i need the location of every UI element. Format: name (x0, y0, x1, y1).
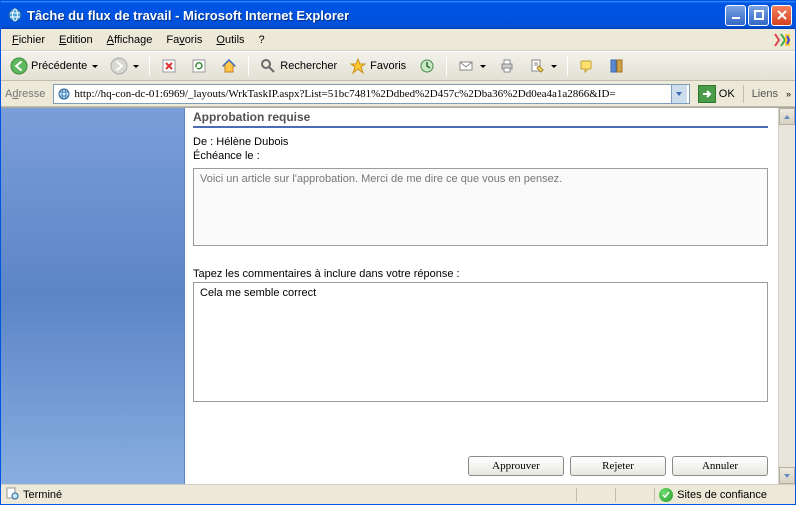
go-button[interactable]: OK (694, 84, 739, 104)
due-label: Échéance le : (193, 150, 260, 162)
menu-view[interactable]: Affichage (100, 32, 160, 48)
message-box: Voici un article sur l'approbation. Merc… (193, 168, 768, 246)
address-dropdown[interactable] (671, 85, 687, 103)
mail-button[interactable] (452, 54, 491, 78)
address-label: Adresse (5, 88, 49, 100)
comment-input[interactable]: Cela me semble correct (193, 282, 768, 402)
favorites-button[interactable]: Favoris (344, 54, 411, 78)
research-button[interactable] (603, 54, 631, 78)
ie-throbber-icon (771, 30, 793, 50)
print-icon (498, 57, 516, 75)
form-panel: Approbation requise De : Hélène Dubois É… (185, 108, 778, 484)
favorites-label: Favoris (370, 60, 406, 72)
dropdown-icon (92, 65, 98, 68)
dropdown-icon (480, 65, 486, 68)
page-status-icon (5, 486, 19, 503)
toolbar: Précédente Rechercher Favoris (1, 51, 795, 81)
due-line: Échéance le : (193, 150, 768, 162)
history-icon (418, 57, 436, 75)
history-button[interactable] (413, 54, 441, 78)
search-button[interactable]: Rechercher (254, 54, 342, 78)
refresh-button[interactable] (185, 54, 213, 78)
search-label: Rechercher (280, 60, 337, 72)
trusted-sites-icon (659, 488, 673, 502)
close-button[interactable] (771, 5, 792, 26)
go-label: OK (719, 88, 735, 100)
url-input[interactable] (74, 88, 670, 100)
scroll-up-button[interactable] (779, 108, 795, 125)
go-arrow-icon (698, 85, 716, 103)
menu-bar: Fichier Edition Affichage Favoris Outils… (1, 29, 795, 51)
dropdown-icon (133, 65, 139, 68)
stop-icon (160, 57, 178, 75)
title-bar: Tâche du flux de travail - Microsoft Int… (1, 1, 795, 29)
discuss-button[interactable] (573, 54, 601, 78)
stop-button[interactable] (155, 54, 183, 78)
address-bar: Adresse OK Liens » (1, 81, 795, 107)
sidebar (1, 108, 185, 484)
from-value: Hélène Dubois (216, 136, 288, 148)
refresh-icon (190, 57, 208, 75)
menu-edit[interactable]: Edition (52, 32, 100, 48)
back-icon (10, 57, 28, 75)
star-icon (349, 57, 367, 75)
links-label[interactable]: Liens (748, 88, 782, 100)
menu-file[interactable]: Fichier (5, 32, 52, 48)
comment-label: Tapez les commentaires à inclure dans vo… (193, 268, 768, 280)
status-bar: Terminé Sites de confiance (1, 484, 795, 504)
button-row: Approuver Rejeter Annuler (468, 456, 768, 476)
scrollbar[interactable] (778, 108, 795, 484)
form-title: Approbation requise (193, 110, 768, 128)
menu-favorites[interactable]: Favoris (159, 32, 209, 48)
approve-button[interactable]: Approuver (468, 456, 564, 476)
back-button[interactable]: Précédente (5, 54, 103, 78)
menu-tools[interactable]: Outils (209, 32, 251, 48)
from-label: De : (193, 136, 213, 148)
menu-help[interactable]: ? (252, 32, 272, 48)
home-icon (220, 57, 238, 75)
forward-icon (110, 57, 128, 75)
dropdown-icon (551, 65, 557, 68)
forward-button[interactable] (105, 54, 144, 78)
mail-icon (457, 57, 475, 75)
cancel-button[interactable]: Annuler (672, 456, 768, 476)
ie-app-icon (7, 7, 23, 23)
status-text: Terminé (23, 489, 62, 501)
print-button[interactable] (493, 54, 521, 78)
research-icon (608, 57, 626, 75)
scroll-track[interactable] (779, 125, 795, 467)
edit-icon (528, 57, 546, 75)
minimize-button[interactable] (725, 5, 746, 26)
window-title: Tâche du flux de travail - Microsoft Int… (27, 8, 725, 23)
links-chevron-icon[interactable]: » (786, 89, 791, 99)
maximize-button[interactable] (748, 5, 769, 26)
search-icon (259, 57, 277, 75)
edit-button[interactable] (523, 54, 562, 78)
address-field[interactable] (53, 84, 689, 104)
home-button[interactable] (215, 54, 243, 78)
back-label: Précédente (31, 60, 87, 72)
discuss-icon (578, 57, 596, 75)
from-line: De : Hélène Dubois (193, 136, 768, 148)
scroll-down-button[interactable] (779, 467, 795, 484)
reject-button[interactable]: Rejeter (570, 456, 666, 476)
content-area: Approbation requise De : Hélène Dubois É… (1, 107, 795, 484)
security-zone: Sites de confiance (677, 489, 767, 501)
page-icon (56, 86, 72, 102)
